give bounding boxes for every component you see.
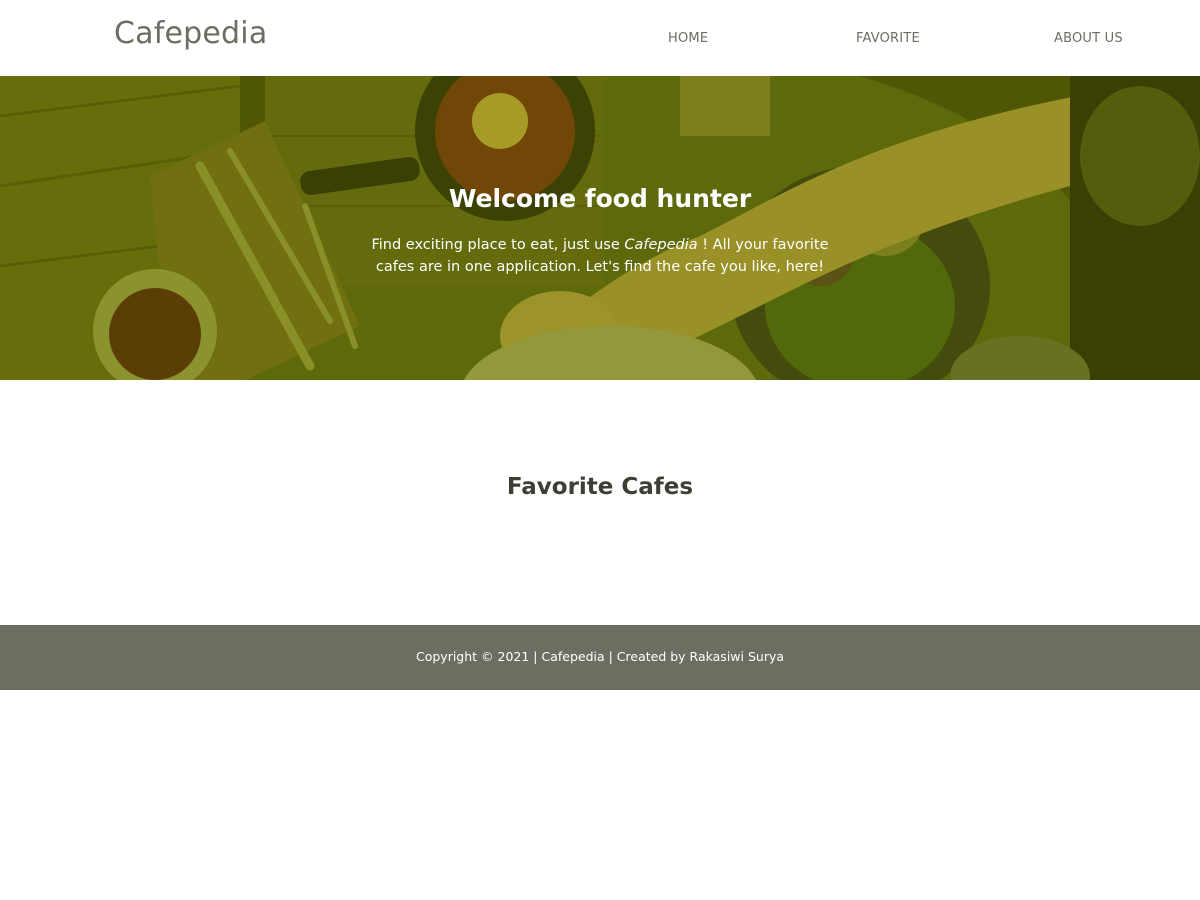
site-footer: Copyright © 2021 | Cafepedia | Created b… (0, 625, 1200, 690)
nav-about-us-link[interactable]: ABOUT US (1054, 31, 1123, 46)
hero-banner: Welcome food hunter Find exciting place … (0, 76, 1200, 380)
page: Cafepedia HOME FAVORITE ABOUT US Welcome… (0, 0, 1200, 900)
hero-tint-overlay (0, 76, 1200, 380)
favorite-cafes-heading: Favorite Cafes (506, 474, 694, 500)
hero-description: Find exciting place to eat, just use Caf… (370, 234, 830, 278)
brand-logo[interactable]: Cafepedia (114, 16, 267, 51)
hero-title: Welcome food hunter (448, 184, 752, 213)
footer-copyright: Copyright © 2021 | Cafepedia | Created b… (415, 649, 785, 664)
hero-brand-emphasis: Cafepedia (624, 237, 698, 253)
nav-home-link[interactable]: HOME (668, 31, 708, 46)
site-header: Cafepedia HOME FAVORITE ABOUT US (0, 0, 1200, 76)
hero-text-part-1: Find exciting place to eat, just use (371, 237, 625, 253)
nav-favorite-link[interactable]: FAVORITE (856, 31, 920, 46)
